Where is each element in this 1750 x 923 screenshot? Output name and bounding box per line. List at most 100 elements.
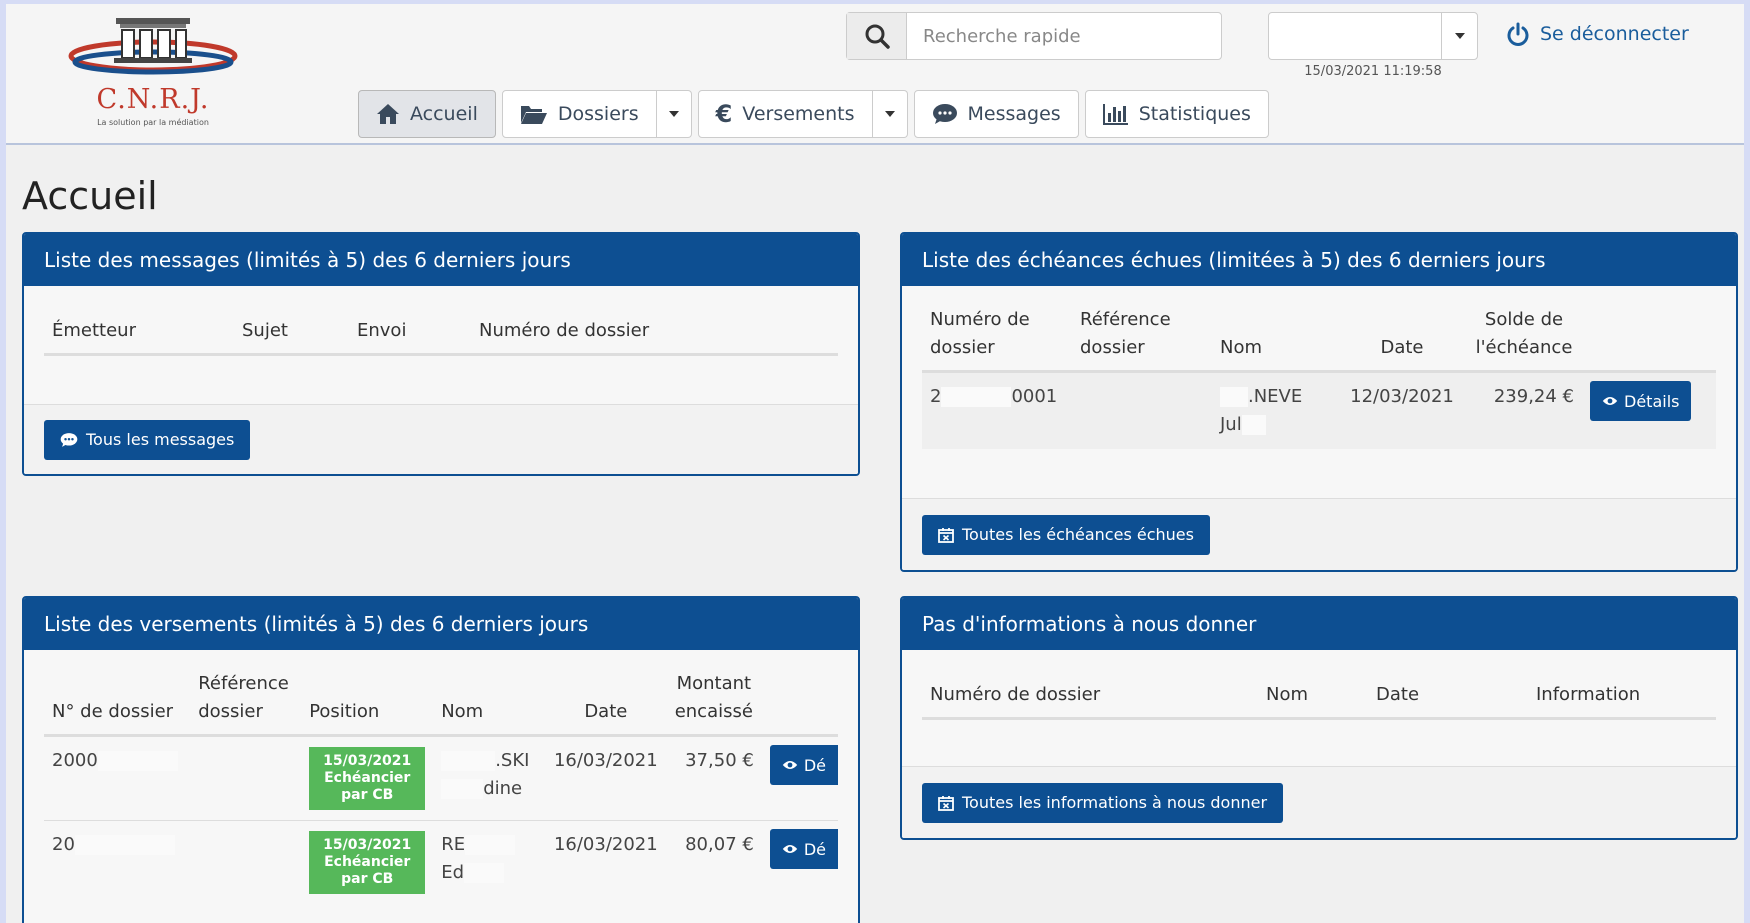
messages-panel: Liste des messages (limités à 5) des 6 d… bbox=[22, 232, 860, 476]
versements-table: N° de dossier Référence dossier Position… bbox=[44, 662, 838, 904]
echeances-panel-body: Numéro de dossier Référence dossier Nom … bbox=[902, 298, 1736, 449]
cell-date: 12/03/2021 bbox=[1350, 386, 1454, 407]
column-header[interactable]: Référence dossier bbox=[190, 662, 302, 737]
status-badge: 15/03/2021 Echéancier par CB bbox=[309, 747, 426, 810]
cell-montant: 37,50 € bbox=[685, 750, 754, 771]
column-header[interactable]: Date bbox=[1368, 650, 1528, 720]
nav-dossiers[interactable]: Dossiers bbox=[501, 90, 657, 138]
infos-panel-title: Pas d'informations à nous donner bbox=[902, 598, 1736, 650]
details-button[interactable]: Dé bbox=[769, 829, 838, 869]
search-icon bbox=[865, 24, 890, 49]
nav-messages-label: Messages bbox=[967, 103, 1061, 125]
all-messages-label: Tous les messages bbox=[86, 430, 235, 449]
app-frame: C.N.R.J. La solution par la médiation 15… bbox=[6, 4, 1744, 923]
details-button[interactable]: Détails bbox=[1590, 381, 1692, 421]
column-header[interactable]: Solde de l'échéance bbox=[1462, 298, 1582, 373]
cell-nom: .SKI dine bbox=[433, 736, 546, 821]
column-header[interactable]: Date bbox=[1342, 298, 1462, 373]
nav-statistiques[interactable]: Statistiques bbox=[1084, 90, 1269, 138]
search-input[interactable] bbox=[907, 13, 1221, 59]
logout-button[interactable]: Se déconnecter bbox=[1506, 22, 1689, 46]
logo-building-icon bbox=[68, 18, 238, 75]
nav-dossiers-label: Dossiers bbox=[557, 103, 639, 125]
all-echeances-button[interactable]: Toutes les échéances échues bbox=[922, 514, 1210, 555]
versements-panel-title: Liste des versements (limités à 5) des 6… bbox=[24, 598, 858, 650]
user-select[interactable] bbox=[1268, 12, 1478, 60]
main-nav: Accueil Dossiers € Versements Messages S… bbox=[358, 90, 1269, 138]
column-header[interactable]: Sujet bbox=[234, 286, 349, 356]
column-header[interactable]: Référence dossier bbox=[1072, 298, 1212, 373]
user-select-value bbox=[1269, 13, 1441, 59]
echeances-table: Numéro de dossier Référence dossier Nom … bbox=[922, 298, 1716, 449]
details-label: Détails bbox=[1624, 391, 1680, 411]
details-label: Dé bbox=[803, 839, 826, 859]
all-infos-button[interactable]: Toutes les informations à nous donner bbox=[922, 782, 1284, 823]
cell-position: 15/03/2021 Echéancier par CB bbox=[301, 821, 433, 905]
cell-nom: .NEVE Jul bbox=[1220, 386, 1303, 435]
current-datetime: 15/03/2021 11:19:58 bbox=[1304, 64, 1442, 79]
column-header[interactable]: Numéro de dossier bbox=[922, 298, 1072, 373]
cell-numero: 2 0001 bbox=[930, 386, 1058, 407]
column-header[interactable]: Date bbox=[545, 662, 666, 737]
column-header[interactable]: Nom bbox=[1258, 650, 1368, 720]
nav-versements[interactable]: € Versements bbox=[697, 90, 873, 138]
column-header[interactable]: Nom bbox=[433, 662, 546, 737]
table-row: 2000 15/03/2021 Echéancier par CB .SKI d… bbox=[44, 736, 838, 821]
all-messages-button[interactable]: Tous les messages bbox=[44, 419, 251, 460]
comment-icon bbox=[932, 104, 957, 124]
cell-position: 15/03/2021 Echéancier par CB bbox=[301, 736, 433, 821]
eye-icon bbox=[1602, 397, 1618, 405]
nav-versements-dropdown[interactable] bbox=[872, 90, 908, 138]
column-header[interactable]: Montant encaissé bbox=[665, 662, 762, 737]
user-select-toggle[interactable] bbox=[1441, 13, 1477, 59]
column-header[interactable]: N° de dossier bbox=[44, 662, 191, 737]
table-row: 20 15/03/2021 Echéancier par CB RE Ed 16… bbox=[44, 821, 838, 905]
chevron-down-icon bbox=[884, 111, 895, 117]
echeances-panel-footer: Toutes les échéances échues bbox=[902, 498, 1736, 570]
column-header[interactable]: Envoi bbox=[349, 286, 471, 356]
nav-dossiers-group: Dossiers bbox=[501, 90, 692, 138]
details-label: Dé bbox=[803, 755, 826, 775]
calendar-times-icon bbox=[938, 527, 954, 543]
status-badge: 15/03/2021 Echéancier par CB bbox=[309, 831, 426, 894]
cell-reference bbox=[190, 736, 301, 821]
messages-table: Émetteur Sujet Envoi Numéro de dossier bbox=[44, 286, 838, 356]
eye-icon bbox=[782, 845, 798, 853]
infos-panel: Pas d'informations à nous donner Numéro … bbox=[900, 596, 1738, 840]
all-echeances-label: Toutes les échéances échues bbox=[962, 525, 1194, 544]
chevron-down-icon bbox=[668, 111, 679, 117]
infos-panel-body: Numéro de dossier Nom Date Information bbox=[902, 650, 1736, 720]
cell-solde: 239,24 € bbox=[1493, 386, 1574, 407]
column-header-label: Montant encaissé bbox=[674, 673, 753, 722]
eye-icon bbox=[782, 761, 798, 769]
cell-actions: Détails bbox=[1582, 372, 1716, 450]
bar-chart-icon bbox=[1102, 104, 1128, 125]
cell-reference bbox=[1072, 372, 1212, 450]
cell-nom: RE Ed bbox=[433, 821, 546, 905]
nav-versements-group: € Versements bbox=[697, 90, 908, 138]
cell-reference bbox=[190, 821, 301, 905]
cnrj-logo[interactable]: C.N.R.J. La solution par la médiation bbox=[68, 12, 238, 130]
all-infos-label: Toutes les informations à nous donner bbox=[962, 793, 1268, 812]
nav-versements-label: Versements bbox=[742, 103, 855, 125]
column-header[interactable]: Position bbox=[301, 662, 434, 737]
cell-date: 16/03/2021 bbox=[553, 834, 658, 855]
calendar-times-icon bbox=[938, 795, 954, 811]
column-header[interactable]: Numéro de dossier bbox=[471, 286, 838, 356]
nav-statistiques-label: Statistiques bbox=[1138, 103, 1251, 125]
details-button[interactable]: Dé bbox=[769, 745, 838, 785]
versements-panel: Liste des versements (limités à 5) des 6… bbox=[22, 596, 860, 923]
column-header[interactable]: Numéro de dossier bbox=[922, 650, 1258, 720]
power-icon bbox=[1507, 22, 1529, 46]
logo-tagline: La solution par la médiation bbox=[97, 118, 209, 127]
nav-messages[interactable]: Messages bbox=[913, 90, 1079, 138]
page-title: Accueil bbox=[22, 174, 158, 218]
search-button[interactable] bbox=[847, 13, 907, 59]
cell-actions: Dé bbox=[762, 736, 838, 821]
nav-dossiers-dropdown[interactable] bbox=[656, 90, 692, 138]
logo-title: C.N.R.J. bbox=[96, 84, 210, 115]
column-header[interactable]: Émetteur bbox=[44, 286, 234, 356]
column-header[interactable]: Nom bbox=[1212, 298, 1342, 373]
nav-accueil[interactable]: Accueil bbox=[358, 90, 496, 138]
column-header[interactable]: Information bbox=[1528, 650, 1716, 720]
